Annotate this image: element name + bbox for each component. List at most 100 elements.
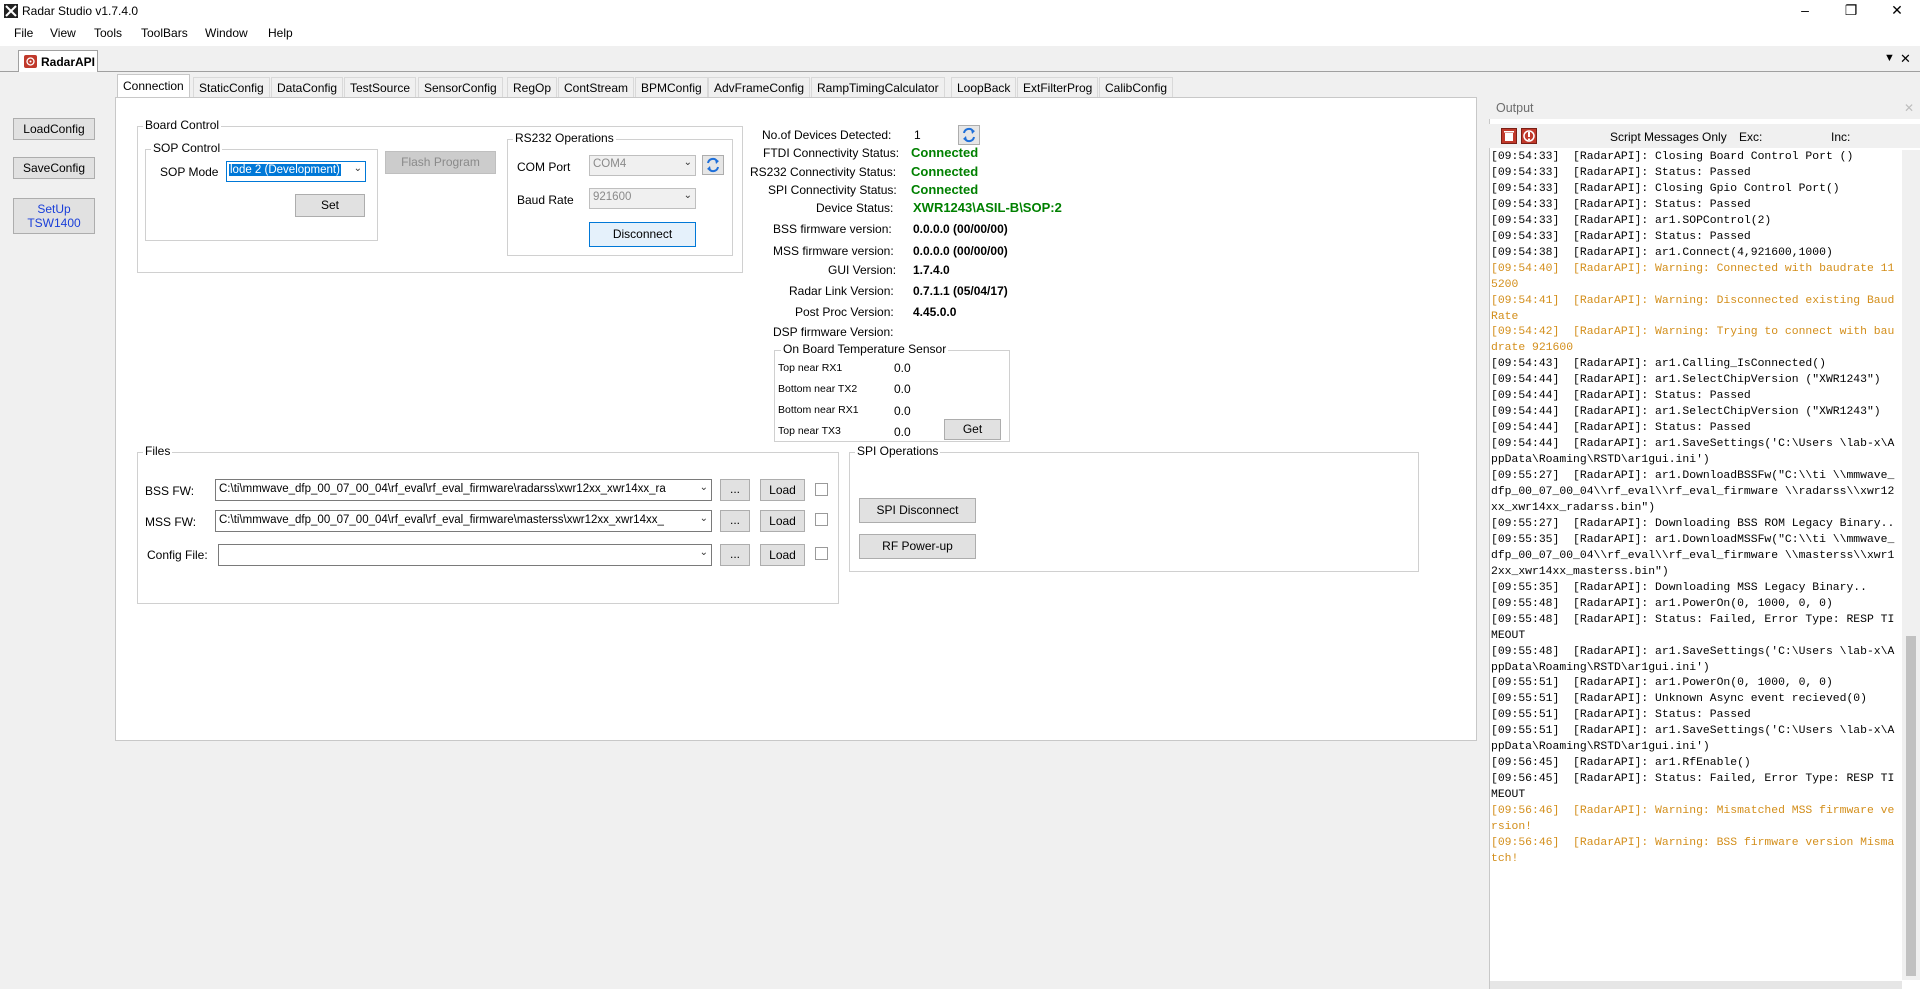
document-tab-radarapi[interactable]: RadarAPI (18, 50, 98, 72)
tab-sensorconfig[interactable]: SensorConfig (418, 77, 503, 98)
output-header (1489, 97, 1920, 119)
tab-regop[interactable]: RegOp (507, 77, 558, 98)
tab-dataconfig[interactable]: DataConfig (271, 77, 344, 98)
mss-firmware-label: MSS firmware version: (773, 244, 894, 258)
log-line: [09:54:44] [RadarAPI]: ar1.SaveSettings(… (1491, 438, 1895, 467)
tab-contstream[interactable]: ContStream (558, 77, 635, 98)
mss-fw-path-value: C:\ti\mmwave_dfp_00_07_00_04\rf_eval\rf_… (219, 514, 664, 526)
sop-mode-select[interactable]: lode 2 (Development) ⌄ (226, 161, 366, 182)
tab-extfilterprog[interactable]: ExtFilterProg (1017, 77, 1099, 98)
clear-output-icon[interactable] (1501, 128, 1517, 144)
tab-dropdown-icon[interactable]: ▼ (1884, 52, 1895, 64)
script-messages-only-toggle[interactable]: Script Messages Only (1610, 130, 1727, 144)
temp-label-bottom-tx2: Bottom near TX2 (778, 383, 858, 395)
mss-fw-checkbox[interactable] (815, 513, 828, 526)
menu-window[interactable]: Window (205, 26, 248, 40)
save-config-button[interactable]: SaveConfig (13, 157, 95, 179)
tab-advframeconfig[interactable]: AdvFrameConfig (708, 77, 811, 98)
include-filter-input[interactable] (1853, 127, 1901, 145)
board-control-title: Board Control (143, 118, 222, 132)
bss-firmware-label: BSS firmware version: (773, 222, 892, 236)
window-title: Radar Studio v1.7.4.0 (22, 4, 139, 18)
setup-button-line1: SetUp (37, 202, 71, 216)
config-file-checkbox[interactable] (815, 547, 828, 560)
disconnect-button[interactable]: Disconnect (589, 222, 696, 247)
tab-loopback[interactable]: LoopBack (951, 77, 1017, 98)
spi-status-label: SPI Connectivity Status: (768, 183, 897, 197)
menu-file[interactable]: File (14, 26, 33, 40)
gui-version-label: GUI Version: (828, 263, 897, 277)
log-line: [09:55:51] [RadarAPI]: Unknown Async eve… (1491, 693, 1867, 706)
log-line: [09:54:44] [RadarAPI]: Status: Passed (1491, 422, 1751, 435)
stop-output-icon[interactable] (1521, 128, 1537, 144)
bss-fw-path-select[interactable]: C:\ti\mmwave_dfp_00_07_00_04\rf_eval\rf_… (215, 479, 712, 501)
log-line: [09:54:44] [RadarAPI]: ar1.SelectChipVer… (1491, 406, 1881, 419)
output-log-content: [09:54:33] [RadarAPI]: Closing Board Con… (1491, 150, 1901, 868)
menu-toolbars[interactable]: ToolBars (141, 26, 188, 40)
mss-fw-load-button[interactable]: Load (760, 510, 805, 532)
mss-fw-browse-button[interactable]: ... (720, 510, 750, 532)
sop-mode-label: SOP Mode (160, 165, 219, 179)
minimize-icon[interactable]: – (1782, 0, 1828, 22)
refresh-devices-button[interactable] (958, 125, 980, 145)
output-close-icon[interactable]: ✕ (1904, 101, 1914, 115)
tab-close-icon[interactable]: ✕ (1900, 51, 1911, 67)
config-file-load-button[interactable]: Load (760, 544, 805, 566)
spi-operations-title: SPI Operations (855, 444, 941, 458)
sop-control-title: SOP Control (151, 141, 223, 155)
temp-value-top-tx3: 0.0 (894, 425, 911, 439)
exclude-filter-input[interactable] (1762, 127, 1838, 145)
tab-testsource[interactable]: TestSource (344, 77, 417, 98)
log-line: [09:54:33] [RadarAPI]: Closing Board Con… (1491, 151, 1854, 163)
bss-fw-load-button[interactable]: Load (760, 479, 805, 501)
output-title: Output (1496, 101, 1534, 115)
log-line: [09:54:33] [RadarAPI]: Status: Passed (1491, 166, 1751, 179)
baud-rate-select[interactable]: 921600 ⌄ (589, 188, 696, 209)
spi-disconnect-button[interactable]: SPI Disconnect (859, 498, 976, 523)
menu-view[interactable]: View (50, 26, 76, 40)
stop-icon (1523, 130, 1535, 142)
restore-icon[interactable]: ❐ (1828, 0, 1874, 22)
output-scrollbar-thumb[interactable] (1906, 636, 1916, 976)
tab-staticconfig[interactable]: StaticConfig (193, 77, 270, 98)
menu-help[interactable]: Help (268, 26, 293, 40)
bss-firmware-value: 0.0.0.0 (00/00/00) (913, 222, 1008, 236)
refresh-com-port-button[interactable] (702, 155, 724, 175)
temp-label-top-tx3: Top near TX3 (778, 425, 841, 437)
load-config-button[interactable]: LoadConfig (13, 118, 95, 140)
temp-value-top-rx1: 0.0 (894, 361, 911, 375)
output-log[interactable]: [09:54:33] [RadarAPI]: Closing Board Con… (1490, 150, 1901, 980)
com-port-select[interactable]: COM4 ⌄ (589, 155, 696, 176)
mss-firmware-value: 0.0.0.0 (00/00/00) (913, 244, 1008, 258)
rf-power-up-button[interactable]: RF Power-up (859, 534, 976, 559)
config-file-select[interactable]: ⌄ (218, 544, 712, 566)
refresh-icon (963, 127, 975, 143)
devices-detected-label: No.of Devices Detected: (762, 128, 892, 142)
log-line: [09:55:48] [RadarAPI]: ar1.SaveSettings(… (1491, 645, 1895, 674)
com-port-label: COM Port (517, 160, 571, 174)
flash-program-button[interactable]: Flash Program (385, 151, 496, 174)
mss-fw-path-select[interactable]: C:\ti\mmwave_dfp_00_07_00_04\rf_eval\rf_… (215, 510, 712, 532)
tab-bpmconfig[interactable]: BPMConfig (635, 77, 708, 98)
files-title: Files (143, 444, 173, 458)
exclude-filter-label: Exc: (1739, 130, 1763, 144)
chevron-down-icon: ⌄ (353, 163, 362, 174)
menu-tools[interactable]: Tools (94, 26, 122, 40)
close-icon[interactable]: ✕ (1874, 0, 1920, 22)
log-line: [09:54:38] [RadarAPI]: ar1.Connect(4,921… (1491, 246, 1833, 259)
bss-fw-checkbox[interactable] (815, 483, 828, 496)
log-line: [09:54:44] [RadarAPI]: ar1.SelectChipVer… (1491, 374, 1881, 387)
baud-rate-label: Baud Rate (517, 193, 574, 207)
config-file-browse-button[interactable]: ... (720, 544, 750, 566)
set-sop-button[interactable]: Set (295, 194, 365, 217)
bss-fw-browse-button[interactable]: ... (720, 479, 750, 501)
tab-calibconfig[interactable]: CalibConfig (1099, 77, 1174, 98)
setup-tsw1400-button[interactable]: SetUp TSW1400 (13, 198, 95, 234)
tab-connection[interactable]: Connection (117, 74, 190, 98)
tab-ramptimingcalculator[interactable]: RampTimingCalculator (811, 77, 945, 98)
bss-fw-label: BSS FW: (145, 484, 195, 498)
get-temperature-button[interactable]: Get (944, 419, 1001, 440)
chevron-down-icon: ⌄ (683, 157, 692, 168)
log-line: [09:54:40] [RadarAPI]: Warning: Connecte… (1491, 262, 1895, 291)
post-proc-version-label: Post Proc Version: (795, 305, 894, 319)
